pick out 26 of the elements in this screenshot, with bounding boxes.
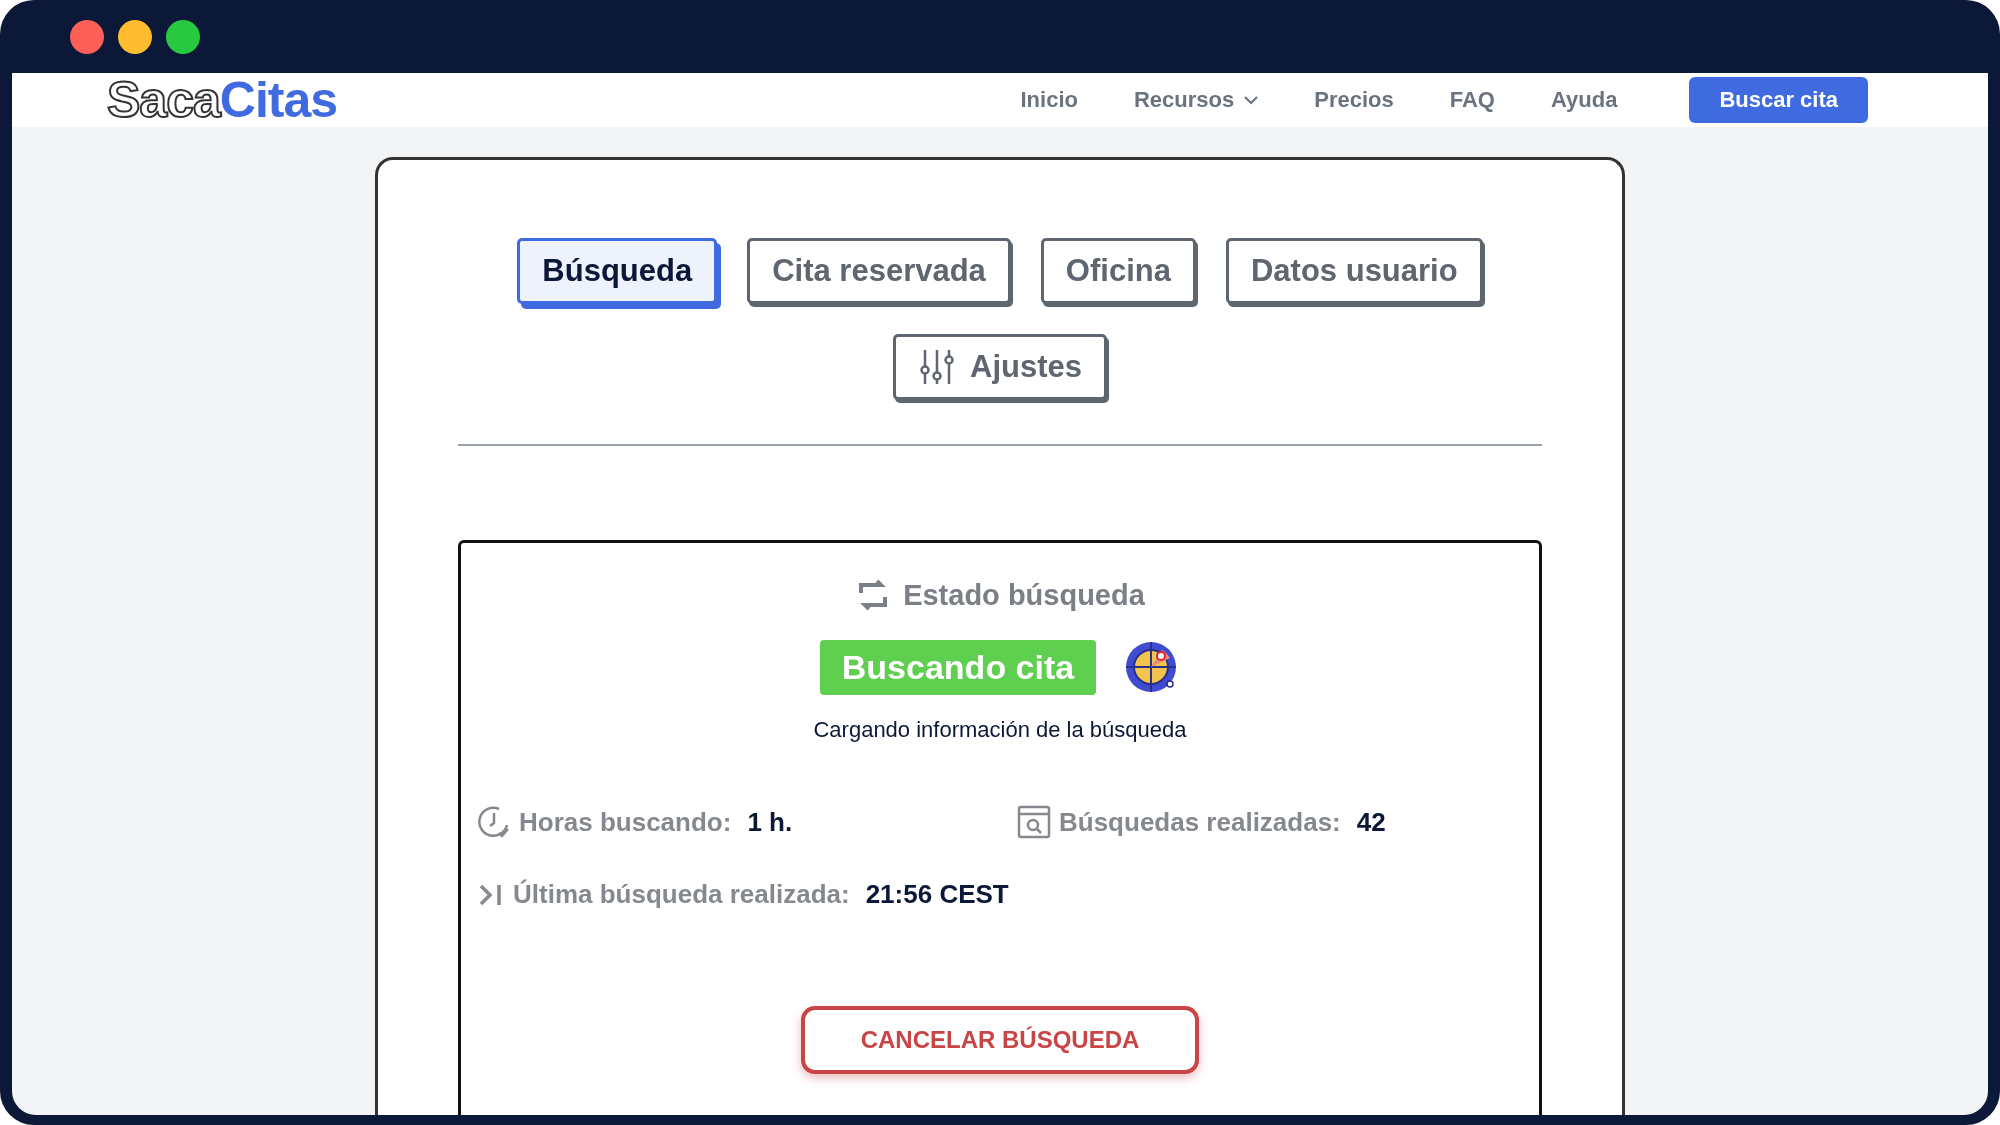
stat-value: 1 h. [747,806,793,838]
close-window-button[interactable] [70,19,104,54]
nav-link[interactable]: Ayuda [1550,87,1618,113]
tab[interactable]: Cita reservada [747,238,1011,304]
stat-value: 42 [1356,806,1386,838]
status-title: Estado búsqueda [903,578,1145,612]
minimize-window-button[interactable] [118,19,152,54]
nav-link[interactable]: Inicio [1020,87,1078,113]
nav-link[interactable]: FAQ [1449,87,1495,113]
tab[interactable]: Oficina [1040,238,1196,304]
nav-link[interactable]: Precios [1314,87,1394,113]
status-badge: Buscando cita [819,639,1097,695]
stat-label: Horas buscando: [519,806,732,838]
stat-label: Búsquedas realizadas: [1059,806,1341,838]
nav-link[interactable]: Recursos [1133,87,1259,113]
search-appointment-button[interactable]: Buscar cita [1689,77,1868,123]
clock-icon [477,805,511,839]
cancel-search-button[interactable]: CANCELAR BÚSQUEDA [801,1006,1199,1074]
tab[interactable]: Ajustes [893,334,1107,400]
status-message: Cargando información de la búsqueda [813,717,1187,743]
logo[interactable]: SacaCitas [107,75,338,125]
tab[interactable]: Datos usuario [1225,238,1483,304]
stat-value: 21:56 CEST [865,879,1009,910]
maximize-window-button[interactable] [166,19,200,54]
stat-label: Última búsqueda realizada: [513,879,850,910]
browser-search-icon [1017,805,1051,839]
